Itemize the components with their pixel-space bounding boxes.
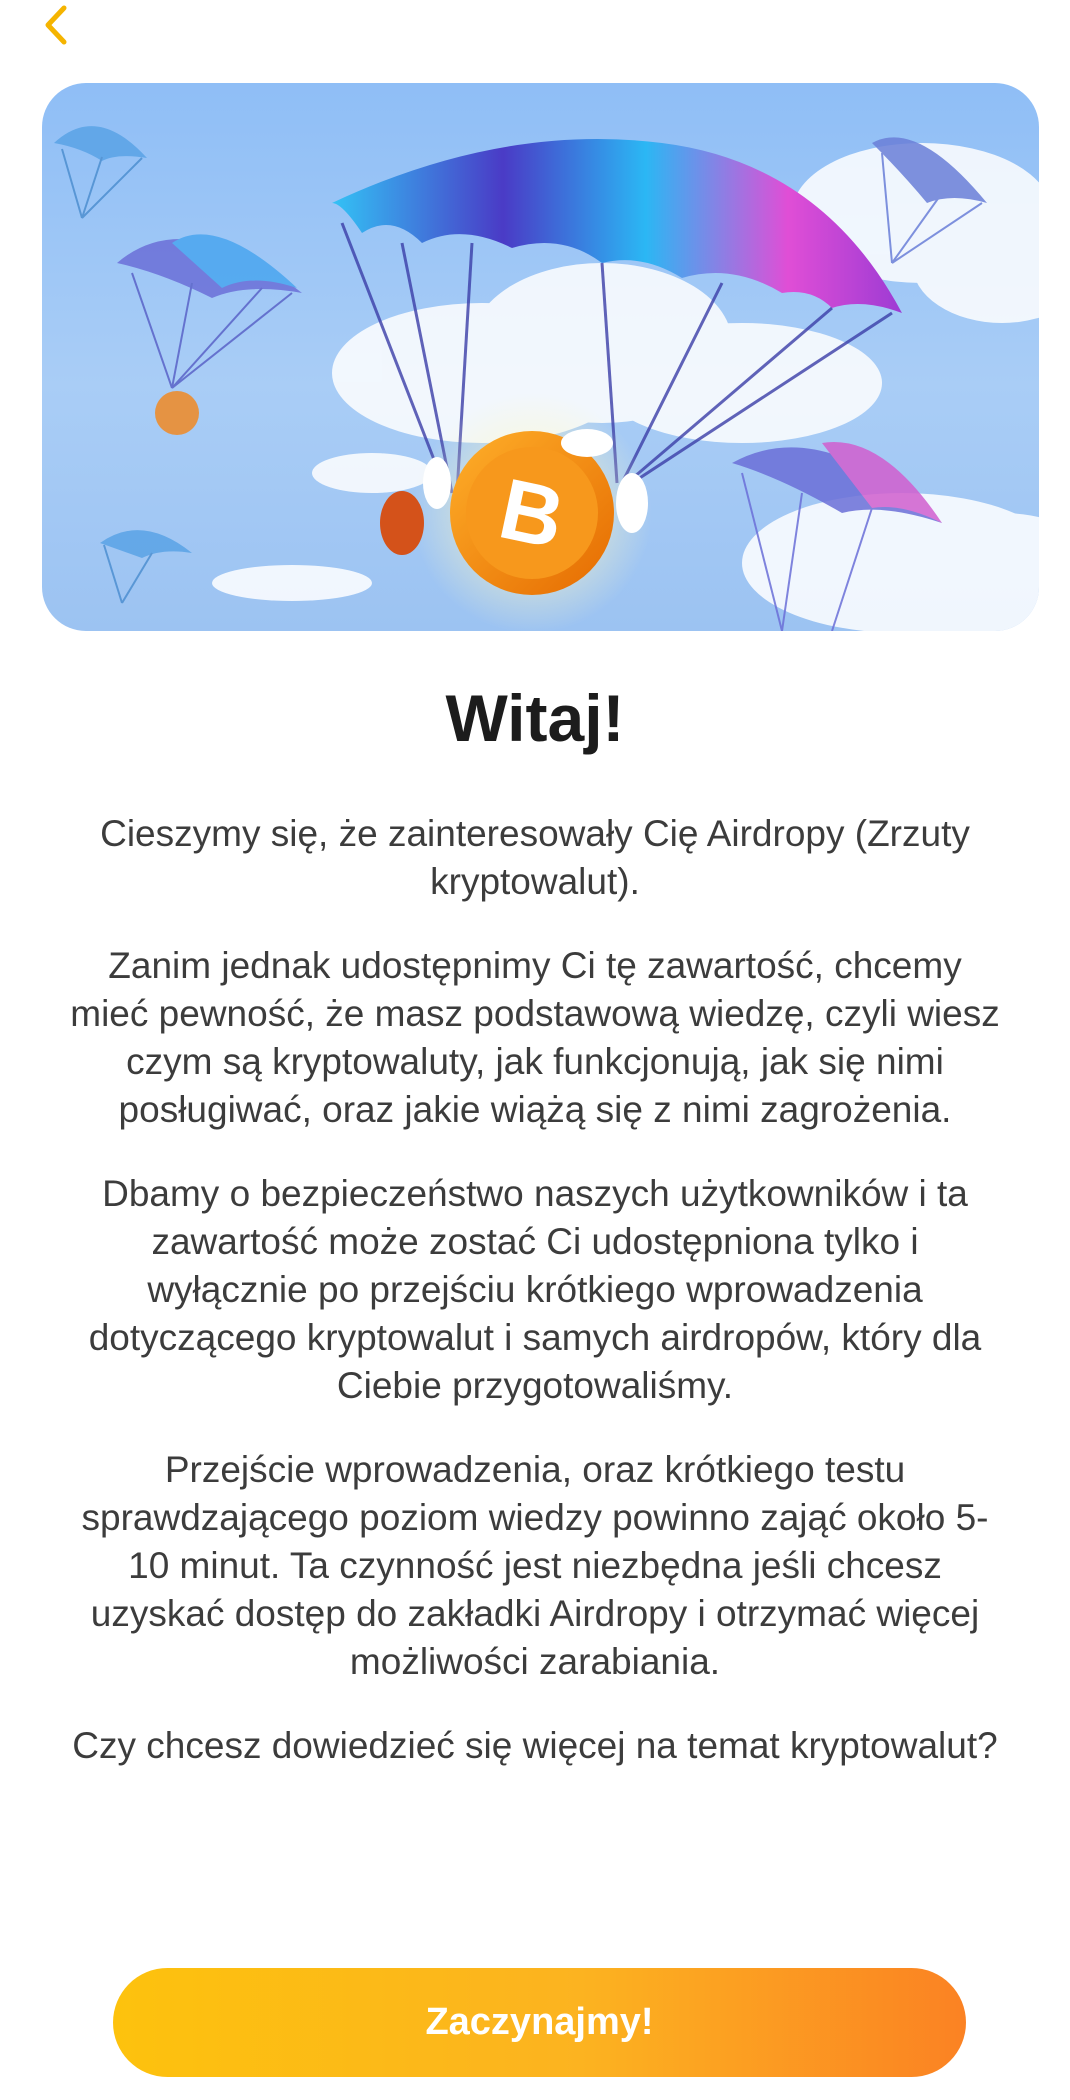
chevron-left-icon — [45, 5, 67, 45]
intro-paragraph-2: Zanim jednak udostępnimy Ci tę zawartość… — [70, 945, 1000, 1130]
intro-question: Czy chcesz dowiedzieć się więcej na tema… — [72, 1725, 998, 1766]
hero-illustration: B — [42, 83, 1039, 631]
page-title: Witaj! — [445, 681, 625, 755]
start-button[interactable]: Zaczynajmy! — [113, 1968, 966, 2077]
intro-paragraph-4: Przejście wprowadzenia, oraz krótkiego t… — [81, 1449, 989, 1682]
intro-paragraph-1: Cieszymy się, że zainteresowały Cię Aird… — [100, 813, 970, 902]
back-button[interactable] — [30, 0, 80, 50]
intro-text: Cieszymy się, że zainteresowały Cię Aird… — [70, 810, 1000, 1806]
bitcoin-parachute-illustration: B — [54, 126, 1039, 631]
intro-paragraph-3: Dbamy o bezpieczeństwo naszych użytkowni… — [88, 1173, 982, 1406]
